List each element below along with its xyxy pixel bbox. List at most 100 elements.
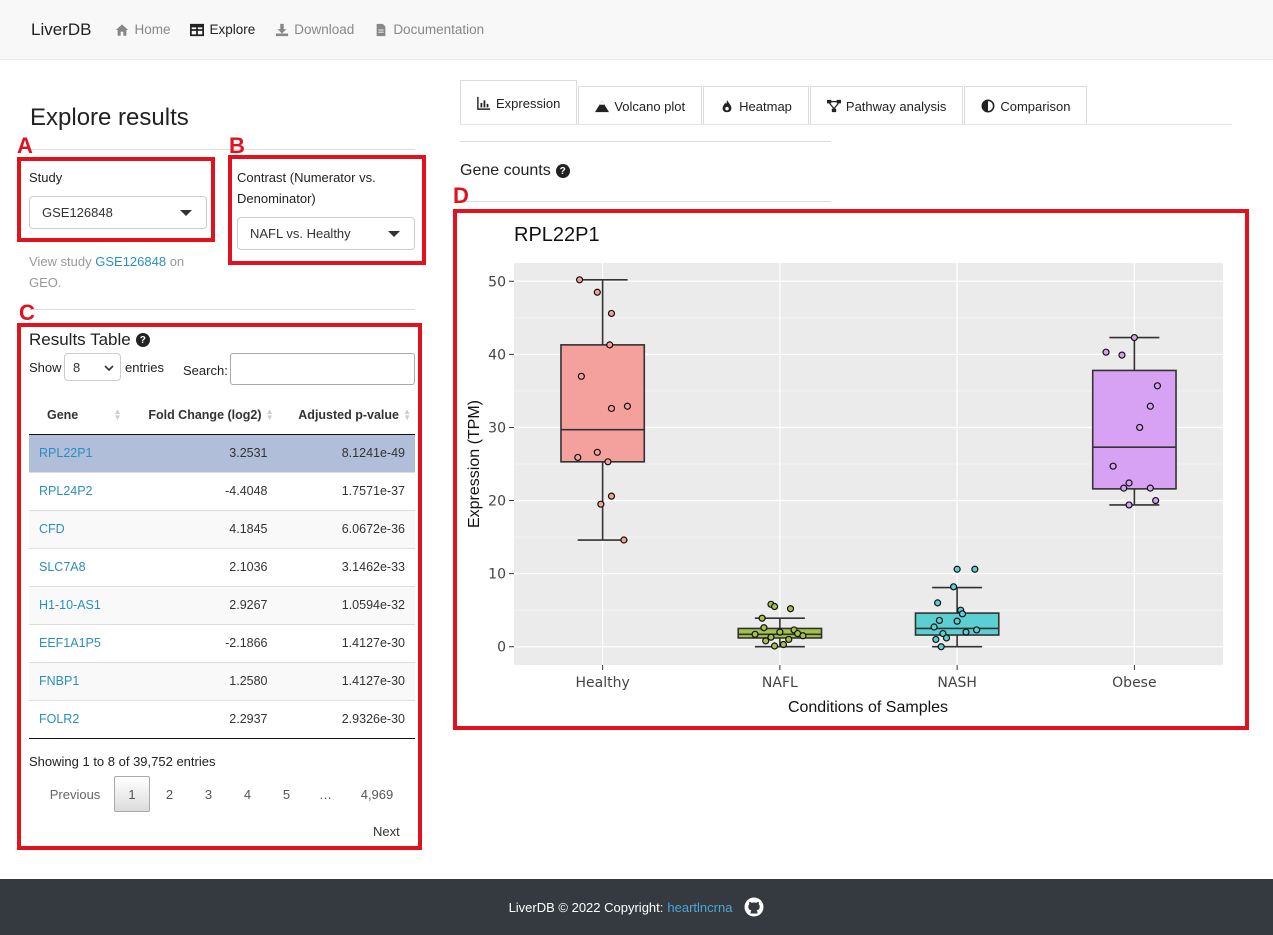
column-header-adjusted-p[interactable]: Adjusted p-value ▲ ▼ bbox=[277, 396, 415, 435]
data-point bbox=[620, 536, 628, 544]
sort-icon: ▲ ▼ bbox=[265, 407, 274, 422]
page-3-button[interactable]: 3 bbox=[189, 776, 228, 812]
table-row[interactable]: EEF1A1P5 -2.1866 1.4127e-30 bbox=[29, 623, 415, 662]
fold-change-cell: 2.9267 bbox=[125, 585, 278, 624]
tab-pathway-analysis[interactable]: Pathway analysis bbox=[809, 86, 964, 125]
footer-link[interactable]: heartlncrna bbox=[667, 900, 732, 915]
page-5-button[interactable]: 5 bbox=[267, 776, 306, 812]
table-row[interactable]: H1-10-AS1 2.9267 1.0594e-32 bbox=[29, 585, 415, 624]
data-point bbox=[607, 404, 616, 413]
gene-link[interactable]: H1-10-AS1 bbox=[29, 585, 126, 624]
study-label: Study bbox=[29, 170, 63, 185]
table-row[interactable]: CFD 4.1845 6.0672e-36 bbox=[29, 509, 415, 548]
data-point bbox=[937, 643, 945, 651]
github-icon[interactable] bbox=[744, 897, 764, 917]
y-tick-label: 40 bbox=[488, 347, 506, 363]
previous-page-button[interactable]: Previous bbox=[40, 776, 110, 812]
data-point bbox=[607, 309, 616, 318]
fold-change-cell: 3.2531 bbox=[125, 433, 278, 472]
gene-link[interactable]: EEF1A1P5 bbox=[29, 623, 126, 662]
tab-volcano-plot[interactable]: Volcano plot bbox=[578, 86, 703, 125]
fold-change-cell: 2.2937 bbox=[125, 699, 278, 739]
data-point bbox=[623, 402, 632, 410]
gene-link[interactable]: FNBP1 bbox=[29, 661, 126, 700]
table-row[interactable]: SLC7A8 2.1036 3.1462e-33 bbox=[29, 547, 415, 586]
table-info: Showing 1 to 8 of 39,752 entries bbox=[29, 754, 216, 769]
page-2-button[interactable]: 2 bbox=[150, 776, 189, 812]
adjusted-p-cell: 3.1462e-33 bbox=[277, 547, 415, 586]
tab-expression[interactable]: Expression bbox=[460, 80, 578, 125]
gene-link[interactable]: FOLR2 bbox=[29, 699, 126, 739]
x-tick-label: NAFL bbox=[762, 675, 798, 691]
annotation-d: D bbox=[453, 183, 469, 208]
data-point bbox=[575, 276, 584, 284]
entries-select[interactable]: 8 bbox=[64, 353, 121, 381]
y-axis-ticks: 0 10 20 30 40 50 bbox=[488, 274, 514, 656]
data-point bbox=[1118, 351, 1126, 359]
next-page-button[interactable]: Next bbox=[373, 821, 400, 842]
page-1-button[interactable]: 1 bbox=[114, 776, 150, 812]
y-axis-label: Expression (TPM) bbox=[466, 400, 483, 528]
data-point bbox=[953, 565, 961, 573]
table-row[interactable]: FOLR2 2.2937 2.9326e-30 bbox=[29, 699, 415, 739]
gene-link[interactable]: RPL22P1 bbox=[29, 433, 126, 472]
pagination-ellipsis: … bbox=[319, 786, 332, 802]
chevron-down-icon bbox=[388, 231, 400, 237]
help-icon[interactable]: ? bbox=[135, 333, 150, 347]
brand-logo[interactable]: LiverDB bbox=[31, 20, 91, 40]
page-4-button[interactable]: 4 bbox=[228, 776, 267, 812]
adjusted-p-cell: 6.0672e-36 bbox=[277, 509, 415, 548]
gene-link[interactable]: CFD bbox=[29, 509, 126, 548]
network-icon bbox=[826, 99, 841, 113]
nav-home[interactable]: Home bbox=[115, 22, 170, 37]
nav-download[interactable]: Download bbox=[275, 22, 354, 37]
file-icon bbox=[376, 23, 386, 36]
table-row[interactable]: RPL24P2 -4.4048 1.7571e-37 bbox=[29, 471, 415, 510]
tab-heatmap[interactable]: Heatmap bbox=[703, 86, 809, 125]
help-icon[interactable]: ? bbox=[555, 164, 570, 178]
nav-documentation[interactable]: Documentation bbox=[374, 22, 484, 37]
table-row[interactable]: RPL22P1 3.2531 8.1241e-49 bbox=[29, 433, 415, 472]
table-row[interactable]: FNBP1 1.2580 1.4127e-30 bbox=[29, 661, 415, 700]
adjusted-p-cell: 2.9326e-30 bbox=[277, 699, 415, 739]
data-point bbox=[1153, 382, 1162, 390]
chevron-down-icon bbox=[180, 210, 192, 216]
x-axis-ticks: Healthy NAFL NASH Obese bbox=[575, 665, 1157, 691]
results-table-title: Results Table ? bbox=[29, 330, 150, 350]
last-page-button[interactable]: 4,969 bbox=[345, 776, 409, 812]
tab-bar: Expression Volcano plot Heatmap Pathway … bbox=[460, 80, 1088, 125]
y-tick-label: 50 bbox=[488, 274, 506, 290]
search-input[interactable] bbox=[230, 353, 415, 385]
fold-change-cell: 1.2580 bbox=[125, 661, 278, 700]
data-point bbox=[762, 637, 770, 645]
data-point bbox=[953, 617, 961, 625]
column-header-fold-change[interactable]: Fold Change (log2) ▲ ▼ bbox=[125, 396, 278, 435]
geo-study-link[interactable]: GSE126848 bbox=[95, 254, 166, 269]
tab-bar-divider bbox=[460, 124, 1232, 125]
box-obese bbox=[1091, 369, 1177, 490]
gene-link[interactable]: SLC7A8 bbox=[29, 547, 126, 586]
data-point bbox=[758, 614, 766, 622]
column-header-adjusted-p-label: Adjusted p-value bbox=[298, 407, 399, 422]
x-tick-label: Obese bbox=[1112, 675, 1156, 691]
column-header-gene[interactable]: Gene ▲ ▼ bbox=[29, 396, 126, 435]
entries-select-value: 8 bbox=[73, 359, 81, 375]
contrast-select[interactable]: NAFL vs. Healthy bbox=[237, 217, 415, 250]
study-select[interactable]: GSE126848 bbox=[29, 196, 207, 229]
fold-change-cell: 4.1845 bbox=[125, 509, 278, 548]
tab-comparison-label: Comparison bbox=[1000, 98, 1071, 114]
adjusted-p-cell: 1.0594e-32 bbox=[277, 585, 415, 624]
tab-comparison[interactable]: Comparison bbox=[964, 86, 1088, 125]
gene-link[interactable]: RPL24P2 bbox=[29, 471, 126, 510]
data-point bbox=[958, 610, 967, 618]
home-icon bbox=[116, 23, 129, 36]
data-point bbox=[785, 635, 793, 644]
nav-explore[interactable]: Explore bbox=[190, 22, 255, 37]
data-point bbox=[962, 628, 970, 636]
contrast-label: Contrast (Numerator vs. Denominator) bbox=[237, 170, 376, 206]
gene-counts-title: Gene counts ? bbox=[460, 162, 570, 180]
fold-change-cell: -2.1866 bbox=[125, 623, 278, 662]
data-point bbox=[606, 341, 614, 349]
search-label: Search: bbox=[183, 363, 228, 378]
data-point bbox=[786, 605, 795, 613]
